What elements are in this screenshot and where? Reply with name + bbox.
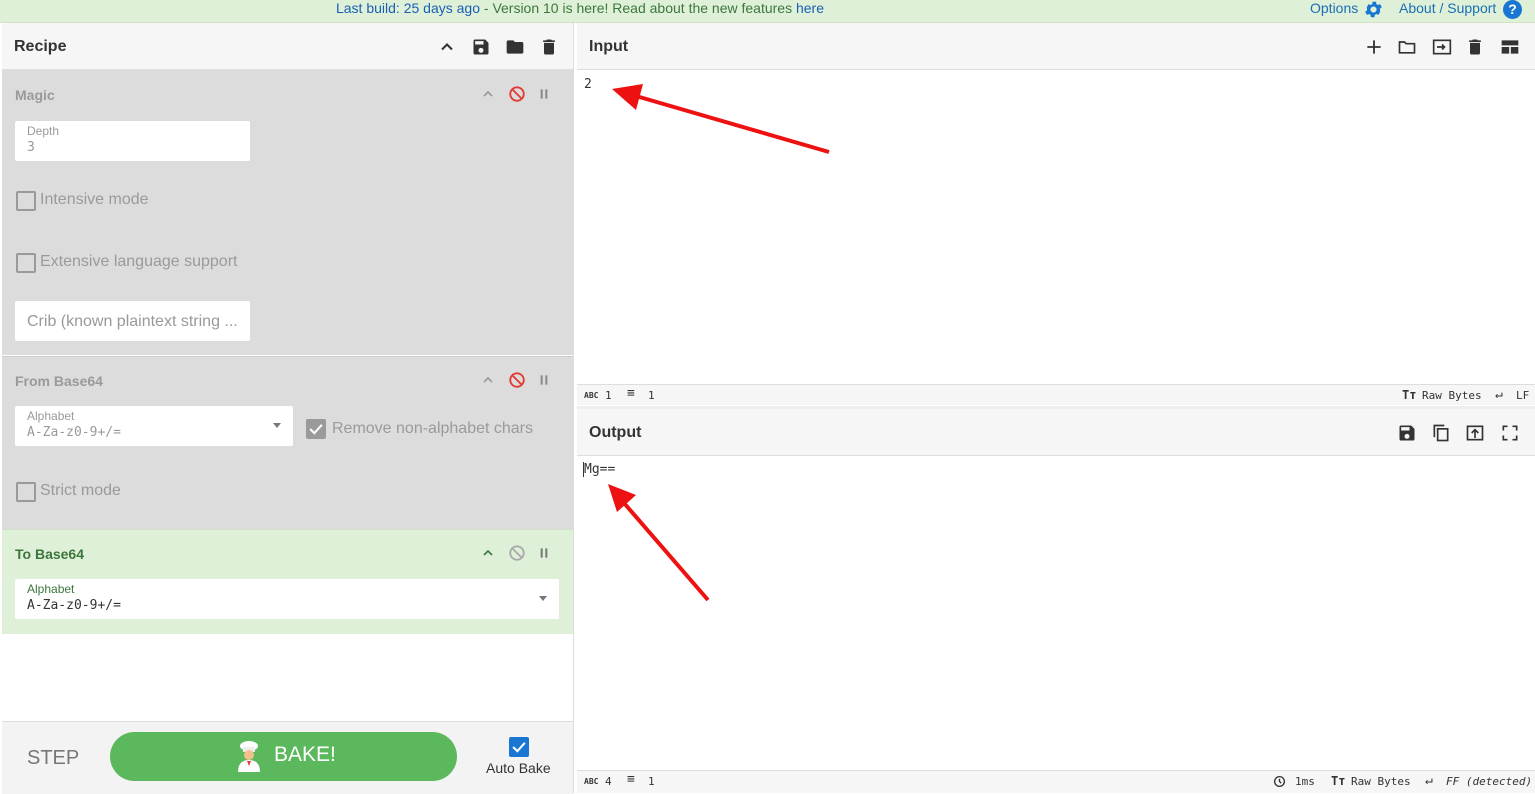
output-title: Output — [589, 424, 642, 441]
lines-icon: ≡ — [627, 772, 635, 787]
pause-icon[interactable] — [536, 372, 552, 388]
input-text[interactable]: 2 — [584, 77, 592, 92]
alphabet-select[interactable]: Alphabet A-Za-z0-9+/= — [15, 579, 559, 619]
disable-icon[interactable] — [508, 544, 526, 562]
lines-icon: ≡ — [627, 386, 635, 401]
op-to-base64-title: To Base64 — [15, 546, 84, 562]
output-status-bar: ABC 4 ≡ 1 1ms Tт Raw Bytes ↵ FF (detecte… — [577, 770, 1535, 793]
input-title: Input — [589, 38, 629, 55]
input-lines: 1 — [648, 389, 655, 402]
strict-mode-checkbox[interactable] — [16, 482, 36, 502]
op-from-base64: From Base64 Alphabet A-Za-z0-9+/= Remove… — [2, 356, 573, 529]
output-pane: Output Mg== ABC 4 ≡ 1 1ms Tт Raw Bytes ↵… — [577, 409, 1535, 793]
step-button[interactable]: STEP — [27, 747, 79, 770]
copy-icon[interactable] — [1431, 423, 1451, 443]
chevron-up-icon[interactable] — [480, 545, 496, 561]
input-status-bar: ABC 1 ≡ 1 Tт Raw Bytes ↵ LF — [577, 384, 1535, 405]
about-support-link[interactable]: About / Support — [1399, 0, 1496, 17]
bake-button[interactable]: BAKE! — [110, 732, 457, 781]
remove-non-alphabet-label: Remove non-alphabet chars — [332, 420, 534, 437]
trash-icon[interactable] — [1465, 37, 1485, 57]
length-icon: ABC — [584, 777, 599, 786]
text-format-icon: Tт — [1402, 388, 1417, 402]
open-folder-icon[interactable] — [1397, 37, 1417, 57]
op-from-base64-title: From Base64 — [15, 373, 103, 389]
output-encoding[interactable]: Raw Bytes — [1351, 775, 1411, 788]
input-length: 1 — [605, 389, 612, 402]
intensive-mode-checkbox[interactable] — [16, 191, 36, 211]
intensive-mode-label: Intensive mode — [40, 191, 149, 208]
recipe-pane: Recipe Magic Depth 3 Intensive mode Exte… — [2, 23, 574, 793]
chevron-down-icon — [539, 596, 547, 601]
auto-bake-label: Auto Bake — [486, 760, 551, 776]
op-to-base64: To Base64 Alphabet A-Za-z0-9+/= — [2, 529, 573, 634]
input-eol[interactable]: LF — [1516, 389, 1529, 402]
op-magic: Magic Depth 3 Intensive mode Extensive l… — [2, 70, 573, 355]
clock-icon — [1273, 775, 1286, 788]
check-icon — [309, 424, 323, 435]
save-icon[interactable] — [1397, 423, 1417, 443]
output-text[interactable]: Mg== — [583, 462, 615, 477]
chevron-down-icon — [273, 423, 281, 428]
pause-icon[interactable] — [536, 545, 552, 561]
check-icon — [512, 742, 526, 753]
gear-icon[interactable] — [1363, 0, 1384, 20]
trash-icon[interactable] — [539, 37, 559, 57]
disable-icon[interactable] — [508, 371, 526, 389]
features-link[interactable]: here — [796, 0, 824, 16]
depth-value: 3 — [27, 140, 35, 155]
remove-non-alphabet-checkbox[interactable] — [306, 419, 326, 439]
depth-label: Depth — [27, 124, 60, 138]
bake-label: BAKE! — [274, 743, 336, 766]
last-build-link[interactable]: Last build: 25 days ago — [336, 0, 480, 16]
alphabet-value: A-Za-z0-9+/= — [27, 425, 121, 440]
pause-icon[interactable] — [536, 86, 552, 102]
alphabet-select[interactable]: Alphabet A-Za-z0-9+/= — [15, 406, 293, 446]
add-icon[interactable] — [1364, 37, 1384, 57]
op-magic-title: Magic — [15, 87, 55, 103]
length-icon: ABC — [584, 391, 599, 400]
recipe-title: Recipe — [14, 38, 67, 55]
input-header: Input — [577, 23, 1535, 70]
crib-input[interactable]: Crib (known plaintext string ... — [15, 301, 250, 341]
version-notice: Version 10 is here! Read about the new f… — [492, 0, 796, 16]
text-format-icon: Tт — [1331, 774, 1346, 788]
chevron-up-icon[interactable] — [480, 372, 496, 388]
chef-icon — [238, 741, 260, 772]
eol-icon: ↵ — [1425, 773, 1433, 788]
banner-separator: - — [479, 0, 493, 16]
alphabet-label: Alphabet — [27, 409, 75, 423]
bake-controls: STEP BAKE! Auto Bake — [2, 721, 573, 794]
extensive-language-label: Extensive language support — [40, 253, 238, 270]
alphabet-value: A-Za-z0-9+/= — [27, 598, 121, 613]
strict-mode-label: Strict mode — [40, 482, 121, 499]
extensive-language-checkbox[interactable] — [16, 253, 36, 273]
maximize-icon[interactable] — [1500, 423, 1520, 443]
recipe-header: Recipe — [2, 23, 573, 70]
output-time: 1ms — [1295, 775, 1315, 788]
open-file-icon[interactable] — [1430, 37, 1454, 57]
input-encoding[interactable]: Raw Bytes — [1422, 389, 1482, 402]
banner-notice: Last build: 25 days ago - Version 10 is … — [0, 0, 1160, 17]
auto-bake-checkbox[interactable] — [509, 737, 529, 757]
layout-icon[interactable] — [1499, 37, 1521, 57]
replace-input-icon[interactable] — [1465, 423, 1485, 443]
chevron-up-icon[interactable] — [437, 37, 457, 57]
save-icon[interactable] — [471, 37, 491, 57]
folder-icon[interactable] — [505, 37, 525, 57]
output-length: 4 — [605, 775, 612, 788]
eol-icon: ↵ — [1495, 387, 1503, 402]
output-header: Output — [577, 409, 1535, 456]
output-eol[interactable]: FF (detected) — [1446, 775, 1532, 788]
crib-placeholder: Crib (known plaintext string ... — [27, 313, 238, 330]
output-lines: 1 — [648, 775, 655, 788]
input-pane: Input 2 ABC 1 ≡ 1 Tт Raw Bytes ↵ LF — [577, 23, 1535, 406]
depth-field[interactable]: Depth 3 — [15, 121, 250, 161]
alphabet-label: Alphabet — [27, 582, 75, 596]
disable-icon[interactable] — [508, 85, 526, 103]
help-icon[interactable]: ? — [1503, 0, 1522, 19]
options-link[interactable]: Options — [1310, 0, 1358, 17]
chevron-up-icon[interactable] — [480, 86, 496, 102]
